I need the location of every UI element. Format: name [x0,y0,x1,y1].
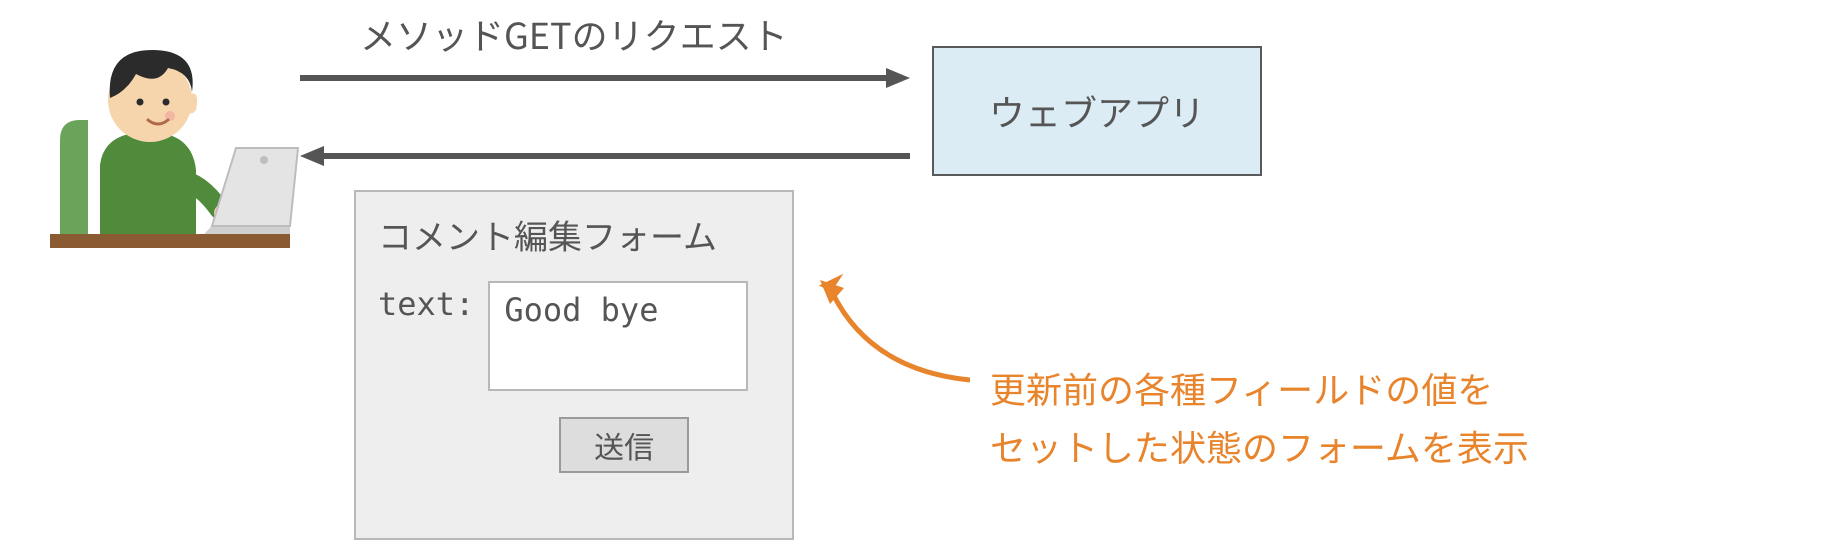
webapp-label: ウェブアプリ [989,85,1205,137]
webapp-box: ウェブアプリ [932,46,1262,176]
annotation-text: 更新前の各種フィールドの値を セットした状態のフォームを表示 [990,360,1529,475]
form-button-row: 送信 [478,417,770,473]
request-arrow-right-icon [300,68,910,88]
request-arrow-label: メソッドGETのリクエスト [360,8,788,60]
user-at-laptop-illustration [40,20,300,280]
submit-button[interactable]: 送信 [559,417,689,473]
text-field-label: text: [378,281,474,323]
form-row: text: Good bye [378,281,770,391]
annotation-arrow-icon [810,270,970,390]
annotation-line-1: 更新前の各種フィールドの値を [990,360,1529,418]
annotation-line-2: セットした状態のフォームを表示 [990,418,1529,476]
text-field-input[interactable]: Good bye [488,281,748,391]
response-arrow-left-icon [300,146,910,166]
form-title: コメント編集フォーム [378,210,770,259]
comment-edit-form: コメント編集フォーム text: Good bye 送信 [354,190,794,540]
